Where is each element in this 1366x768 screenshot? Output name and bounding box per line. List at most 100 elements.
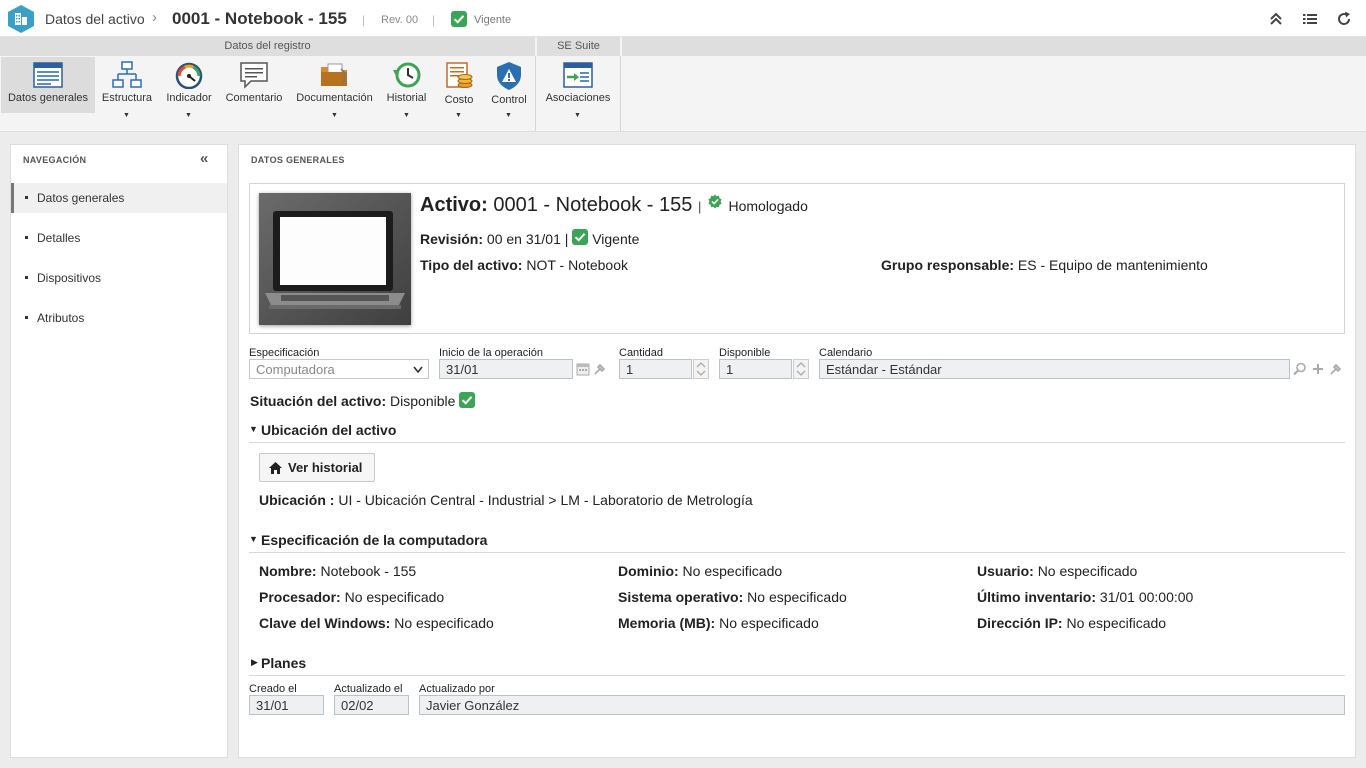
calendar-label: Calendario	[819, 347, 873, 359]
responsible-group-value: ES - Equipo de mantenimiento	[1017, 257, 1208, 273]
spec-value: 31/01 00:00:00	[1099, 589, 1194, 605]
ribbon-button-label: Comentario	[225, 92, 283, 104]
chevrons-up-icon[interactable]	[1267, 10, 1285, 28]
refresh-icon[interactable]	[1335, 10, 1353, 28]
chevron-down-icon	[413, 366, 423, 374]
responsible-group-line: Grupo responsable: ES - Equipo de manten…	[881, 257, 1208, 273]
structure-icon	[112, 61, 142, 88]
quantity-stepper[interactable]	[693, 359, 709, 379]
spec-last-inventory: Último inventario: 31/01 00:00:00	[977, 589, 1193, 605]
section-divider	[249, 552, 1345, 553]
calendar-input[interactable]: Estándar - Estándar	[819, 359, 1290, 379]
spec-user: Usuario: No especificado	[977, 563, 1137, 579]
spec-os: Sistema operativo: No especificado	[618, 589, 847, 605]
available-stepper[interactable]	[793, 359, 809, 379]
asset-type-value: NOT - Notebook	[526, 257, 628, 273]
nav-item-details[interactable]: Detalles	[11, 223, 227, 253]
ribbon-button-label: Control	[491, 94, 527, 106]
ribbon-group-record-data: Datos del registro	[0, 37, 535, 56]
revision-field-label: Revisión:	[420, 231, 484, 247]
asset-name: 0001 - Notebook - 155	[493, 194, 693, 216]
ribbon-button-comment[interactable]: Comentario	[222, 57, 286, 113]
spec-label: Clave del Windows:	[259, 615, 391, 631]
nav-item-label: Datos generales	[37, 191, 125, 205]
ribbon-button-general-data[interactable]: Datos generales	[1, 57, 95, 113]
revision-label: Rev. 00	[381, 14, 419, 26]
revision-line: Revisión: 00 en 31/01 | Vigente	[420, 229, 639, 247]
spec-processor: Procesador: No especificado	[259, 589, 444, 605]
asset-photo[interactable]	[259, 193, 411, 325]
spec-value: No especificado	[394, 615, 494, 631]
page-title: 0001 - Notebook - 155	[172, 9, 347, 28]
specification-value: Computadora	[256, 362, 335, 377]
spec-value: No especificado	[682, 563, 783, 579]
clear-icon[interactable]	[592, 361, 608, 377]
add-icon[interactable]	[1310, 361, 1326, 377]
ribbon-button-structure[interactable]: Estructura	[99, 57, 155, 113]
chevron-down-icon[interactable]: ▼	[331, 112, 338, 119]
spec-value: Notebook - 155	[320, 563, 417, 579]
collapse-icon[interactable]: «	[200, 150, 208, 167]
ribbon-button-cost[interactable]: Costo	[438, 57, 480, 113]
spec-value: No especificado	[1066, 615, 1167, 631]
updated-on-input[interactable]: 02/02	[334, 695, 409, 715]
operation-start-input[interactable]: 31/01	[439, 359, 573, 379]
section-divider	[249, 442, 1345, 443]
homologated-status: Homologado	[728, 198, 808, 214]
chevron-down-icon[interactable]: ▼	[505, 112, 512, 119]
nav-item-label: Detalles	[37, 231, 81, 245]
spec-name: Nombre: Notebook - 155	[259, 563, 416, 579]
chevron-down-icon[interactable]: ▼	[403, 112, 410, 119]
caret-down-icon[interactable]: ▼	[249, 534, 258, 544]
chevron-down-icon[interactable]: ▼	[185, 112, 192, 119]
ribbon-button-label: Indicador	[166, 92, 212, 104]
bullet-icon	[25, 276, 28, 279]
created-on-input[interactable]: 31/01	[249, 695, 324, 715]
gauge-icon	[175, 62, 203, 89]
ribbon-divider	[620, 56, 621, 131]
breadcrumb-asset-data[interactable]: Datos del activo	[45, 11, 145, 27]
calendar-icon[interactable]	[575, 361, 591, 377]
location-section-header[interactable]: Ubicación del activo	[261, 422, 396, 438]
view-history-button[interactable]: Ver historial	[259, 453, 375, 482]
clear-icon[interactable]	[1328, 361, 1344, 377]
ribbon-button-control[interactable]: Control	[486, 57, 532, 113]
spec-ip-address: Dirección IP: No especificado	[977, 615, 1166, 631]
status-badge: Vigente	[474, 14, 512, 26]
chevron-down-icon[interactable]: ▼	[455, 112, 462, 119]
home-icon	[269, 462, 282, 474]
nav-item-attributes[interactable]: Atributos	[11, 303, 227, 333]
nav-item-label: Atributos	[37, 311, 85, 325]
ribbon-button-label: Documentación	[296, 92, 373, 104]
chevron-down-icon[interactable]: ▼	[123, 112, 130, 119]
ribbon-button-history[interactable]: Historial	[383, 57, 430, 113]
history-icon	[392, 62, 420, 88]
section-divider	[249, 675, 1345, 676]
ribbon-group-se-suite: SE Suite	[537, 37, 620, 56]
check-icon	[459, 392, 476, 408]
computer-spec-section-header[interactable]: Especificación de la computadora	[261, 532, 487, 548]
caret-right-icon[interactable]: ▶	[251, 657, 258, 668]
list-icon[interactable]	[1301, 10, 1319, 28]
chevron-down-icon[interactable]: ▼	[574, 112, 581, 119]
spec-label: Dirección IP:	[977, 615, 1063, 631]
bullet-icon	[25, 316, 28, 319]
specification-select[interactable]: Computadora	[249, 359, 429, 379]
title-separator: |	[432, 13, 436, 27]
ribbon-button-documentation[interactable]: Documentación	[293, 57, 376, 113]
nav-item-devices[interactable]: Dispositivos	[11, 263, 227, 293]
asset-situation: Situación del activo: Disponible	[250, 392, 476, 409]
plans-section-header[interactable]: Planes	[261, 655, 306, 671]
spec-domain: Dominio: No especificado	[618, 563, 782, 579]
updated-by-input[interactable]: Javier González	[419, 695, 1345, 715]
caret-down-icon[interactable]: ▼	[249, 424, 258, 434]
quantity-input[interactable]: 1	[619, 359, 692, 379]
title-separator: |	[362, 13, 366, 27]
available-input[interactable]: 1	[719, 359, 792, 379]
ribbon-button-indicator[interactable]: Indicador	[161, 57, 217, 113]
specification-label: Especificación	[249, 347, 320, 359]
search-icon[interactable]	[1292, 361, 1308, 377]
nav-item-general-data[interactable]: Datos generales	[11, 183, 227, 213]
nav-item-label: Dispositivos	[37, 271, 102, 285]
ribbon-button-associations[interactable]: Asociaciones	[542, 57, 614, 113]
